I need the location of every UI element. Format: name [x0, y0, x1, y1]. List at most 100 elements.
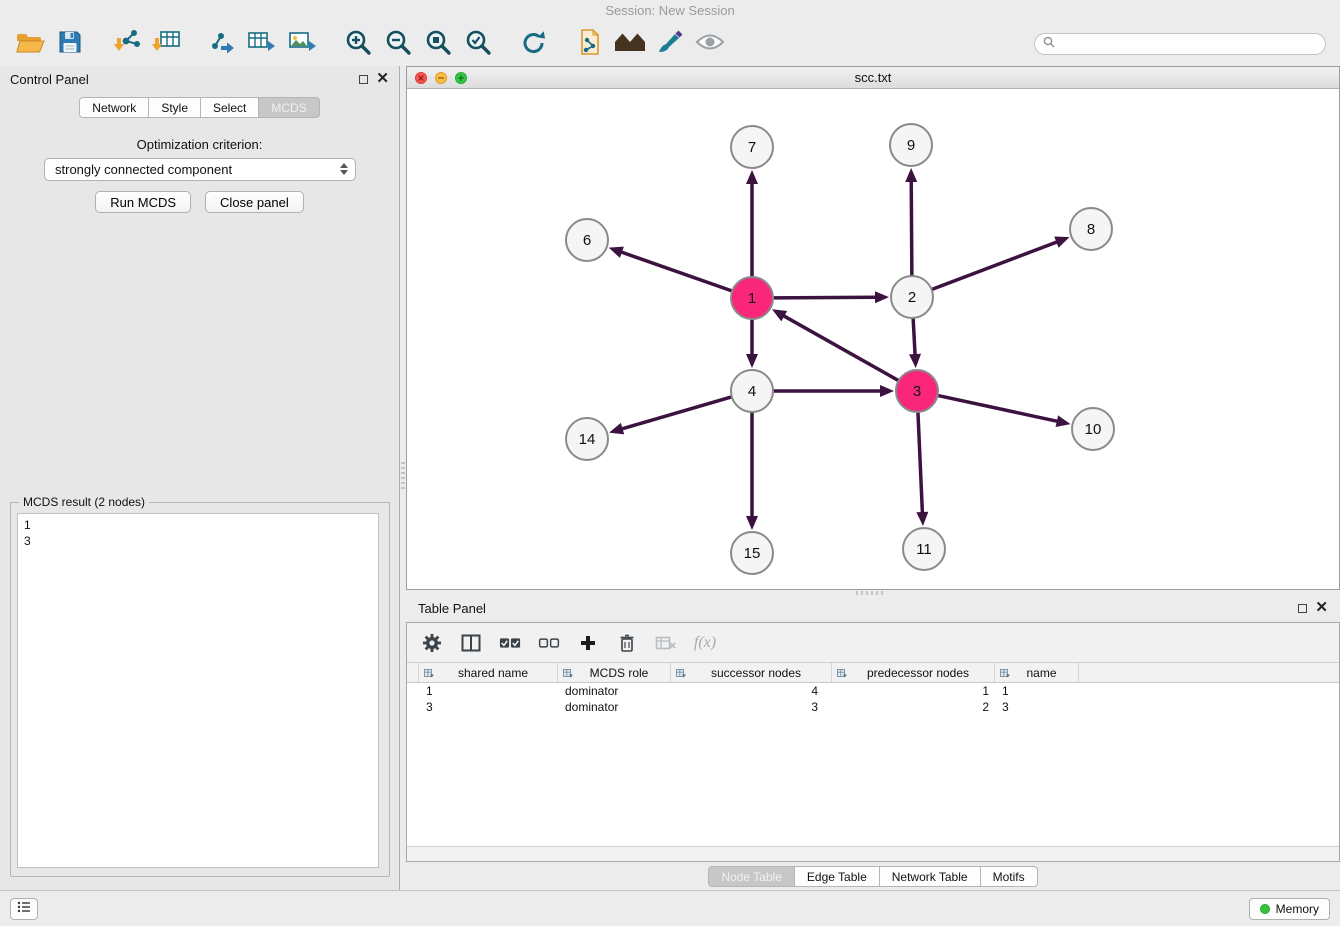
horizontal-scrollbar[interactable] [407, 846, 1339, 861]
table-cell[interactable]: 3 [671, 700, 832, 714]
graph-node[interactable]: 3 [896, 370, 938, 412]
network-document-icon [577, 28, 603, 61]
table-cell[interactable]: 3 [995, 700, 1079, 714]
graph-node[interactable]: 9 [890, 124, 932, 166]
table-cell[interactable]: 1 [419, 684, 558, 698]
graph-edge[interactable] [938, 395, 1071, 427]
graph-node[interactable]: 10 [1072, 408, 1114, 450]
status-menu-button[interactable] [10, 898, 38, 920]
apply-layout-button[interactable] [514, 24, 554, 64]
tab-network-table[interactable]: Network Table [880, 866, 981, 887]
close-panel-button[interactable]: Close panel [205, 191, 304, 213]
graph-edge[interactable] [772, 309, 899, 380]
graph-edge[interactable] [609, 397, 732, 435]
graph-edge[interactable] [773, 291, 889, 303]
export-image-button[interactable] [282, 24, 322, 64]
graph-node[interactable]: 8 [1070, 208, 1112, 250]
network-graph[interactable]: 7 9 6 8 1 2 4 3 14 10 15 11 [407, 89, 1339, 589]
add-column-icon[interactable] [577, 632, 599, 654]
graph-node[interactable]: 2 [891, 276, 933, 318]
table-cell[interactable]: 3 [419, 700, 558, 714]
graph-node[interactable]: 1 [731, 277, 773, 319]
graph-edge[interactable] [932, 237, 1070, 290]
zoom-fit-button[interactable] [418, 24, 458, 64]
graph-node[interactable]: 15 [731, 532, 773, 574]
graph-edge[interactable] [905, 168, 917, 276]
network-overview-button[interactable] [610, 24, 650, 64]
column-header[interactable]: name [995, 663, 1079, 682]
minimize-window-icon[interactable] [435, 72, 447, 84]
table-settings-gear-icon[interactable] [421, 632, 443, 654]
graph-edge[interactable] [773, 385, 894, 397]
column-header[interactable]: MCDS role [558, 663, 671, 682]
tab-network[interactable]: Network [79, 97, 149, 118]
table-row[interactable]: 3dominator323 [407, 699, 1339, 715]
open-session-button[interactable] [10, 24, 50, 64]
graph-node[interactable]: 11 [903, 528, 945, 570]
graph-node[interactable]: 7 [731, 126, 773, 168]
graph-edge[interactable] [746, 170, 758, 277]
close-panel-icon[interactable]: ✕ [376, 73, 389, 85]
export-image-icon [287, 29, 317, 60]
vertical-splitter-grip[interactable] [401, 462, 405, 490]
mcds-result-list[interactable]: 13 [17, 513, 379, 868]
close-panel-icon[interactable]: ✕ [1315, 602, 1328, 614]
table-cell[interactable]: 1 [995, 684, 1079, 698]
table-cell[interactable]: dominator [558, 700, 671, 714]
search-box[interactable] [1034, 33, 1326, 55]
import-network-button[interactable] [106, 24, 146, 64]
float-panel-icon[interactable] [359, 75, 368, 84]
split-table-icon[interactable] [460, 632, 482, 654]
zoom-selected-button[interactable] [458, 24, 498, 64]
show-graphics-details-button[interactable] [690, 24, 730, 64]
column-header[interactable]: successor nodes [671, 663, 832, 682]
table-rows[interactable]: 1dominator4113dominator323 [407, 683, 1339, 846]
graph-edge[interactable] [609, 247, 732, 291]
graph-node[interactable]: 4 [731, 370, 773, 412]
tab-edge-table[interactable]: Edge Table [795, 866, 880, 887]
table-cell[interactable]: 1 [832, 684, 995, 698]
graph-edge[interactable] [909, 318, 921, 368]
column-header-label: predecessor nodes [857, 666, 969, 680]
zoom-in-button[interactable] [338, 24, 378, 64]
network-window-titlebar[interactable]: scc.txt [407, 67, 1339, 89]
export-table-button[interactable] [242, 24, 282, 64]
graph-edge[interactable] [746, 412, 758, 530]
horizontal-splitter-grip[interactable] [856, 591, 884, 595]
network-canvas[interactable]: 7 9 6 8 1 2 4 3 14 10 15 11 [407, 89, 1339, 589]
float-panel-icon[interactable] [1298, 604, 1307, 613]
graph-edge[interactable] [916, 412, 928, 526]
table-cell[interactable]: 2 [832, 700, 995, 714]
zoom-out-button[interactable] [378, 24, 418, 64]
graph-edge[interactable] [746, 319, 758, 368]
delete-table-icon[interactable] [655, 632, 677, 654]
table-row[interactable]: 1dominator411 [407, 683, 1339, 699]
run-mcds-button[interactable]: Run MCDS [95, 191, 191, 213]
tab-motifs[interactable]: Motifs [981, 866, 1038, 887]
search-input[interactable] [1060, 37, 1317, 51]
tab-select[interactable]: Select [201, 97, 259, 118]
tab-mcds[interactable]: MCDS [259, 97, 319, 118]
table-cell[interactable]: 4 [671, 684, 832, 698]
graph-node[interactable]: 14 [566, 418, 608, 460]
maximize-window-icon[interactable] [455, 72, 467, 84]
column-header[interactable]: shared name [419, 663, 558, 682]
function-builder-icon[interactable]: f(x) [694, 632, 716, 654]
graph-node[interactable]: 6 [566, 219, 608, 261]
save-session-button[interactable] [50, 24, 90, 64]
optimization-criterion-select[interactable]: strongly connected component [44, 158, 356, 181]
select-all-icon[interactable] [499, 632, 521, 654]
memory-button[interactable]: Memory [1249, 898, 1330, 920]
tab-node-table[interactable]: Node Table [708, 866, 795, 887]
style-brush-button[interactable] [650, 24, 690, 64]
close-window-icon[interactable] [415, 72, 427, 84]
graph-node-label: 15 [744, 545, 761, 562]
table-cell[interactable]: dominator [558, 684, 671, 698]
network-document-button[interactable] [570, 24, 610, 64]
column-header[interactable]: predecessor nodes [832, 663, 995, 682]
tab-style[interactable]: Style [149, 97, 201, 118]
deselect-all-icon[interactable] [538, 632, 560, 654]
delete-column-icon[interactable] [616, 632, 638, 654]
import-table-button[interactable] [146, 24, 186, 64]
export-network-button[interactable] [202, 24, 242, 64]
